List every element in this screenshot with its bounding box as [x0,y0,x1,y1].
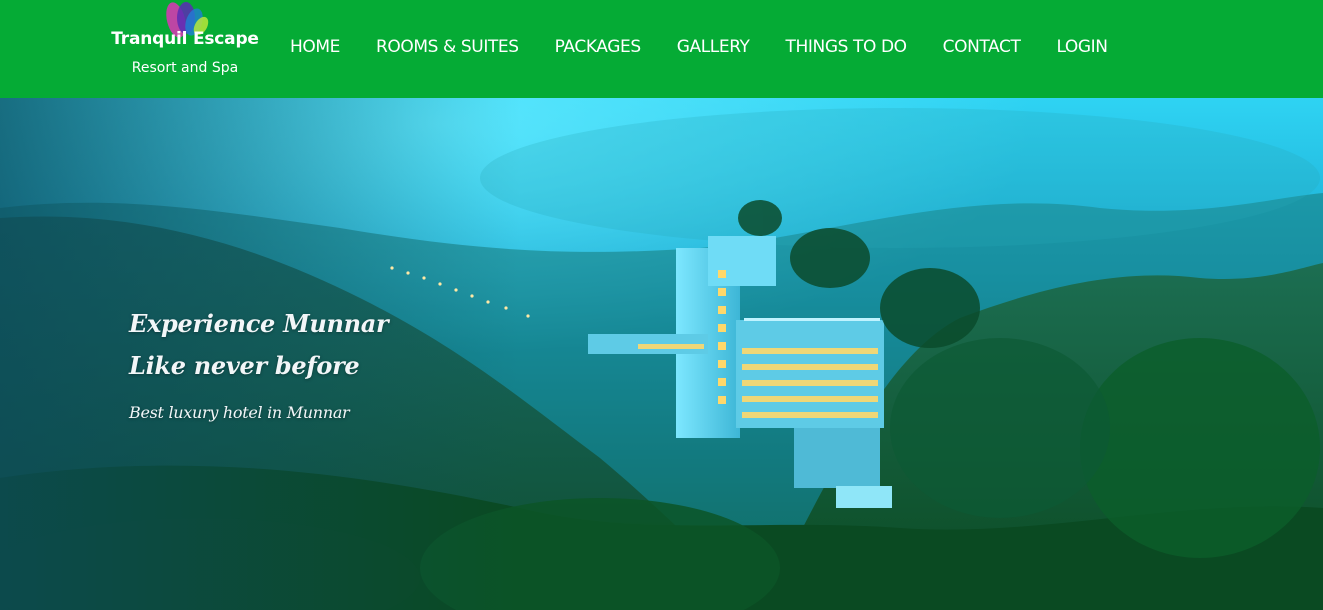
site-header: Tranquil Escape Resort and Spa HOME ROOM… [0,0,1323,98]
nav-rooms-suites[interactable]: ROOMS & SUITES [376,36,519,60]
nav-packages[interactable]: PACKAGES [555,36,641,60]
hero-title-line2: Like never before [129,351,360,380]
logo-link[interactable]: Tranquil Escape Resort and Spa [100,0,270,98]
nav-gallery[interactable]: GALLERY [677,36,750,60]
main-nav: HOME ROOMS & SUITES PACKAGES GALLERY THI… [290,36,1108,60]
nav-contact[interactable]: CONTACT [943,36,1021,60]
hero-title: Experience Munnar Like never before [129,303,389,387]
hero-banner: Experience Munnar Like never before Best… [0,98,1323,610]
brand-tagline: Resort and Spa [131,60,239,76]
nav-login[interactable]: LOGIN [1056,36,1108,60]
hero-subtitle: Best luxury hotel in Munnar [129,403,350,422]
nav-home[interactable]: HOME [290,36,340,60]
nav-things-to-do[interactable]: THINGS TO DO [786,36,908,60]
hero-title-line1: Experience Munnar [129,309,389,338]
brand-name: Tranquil Escape [111,29,259,49]
